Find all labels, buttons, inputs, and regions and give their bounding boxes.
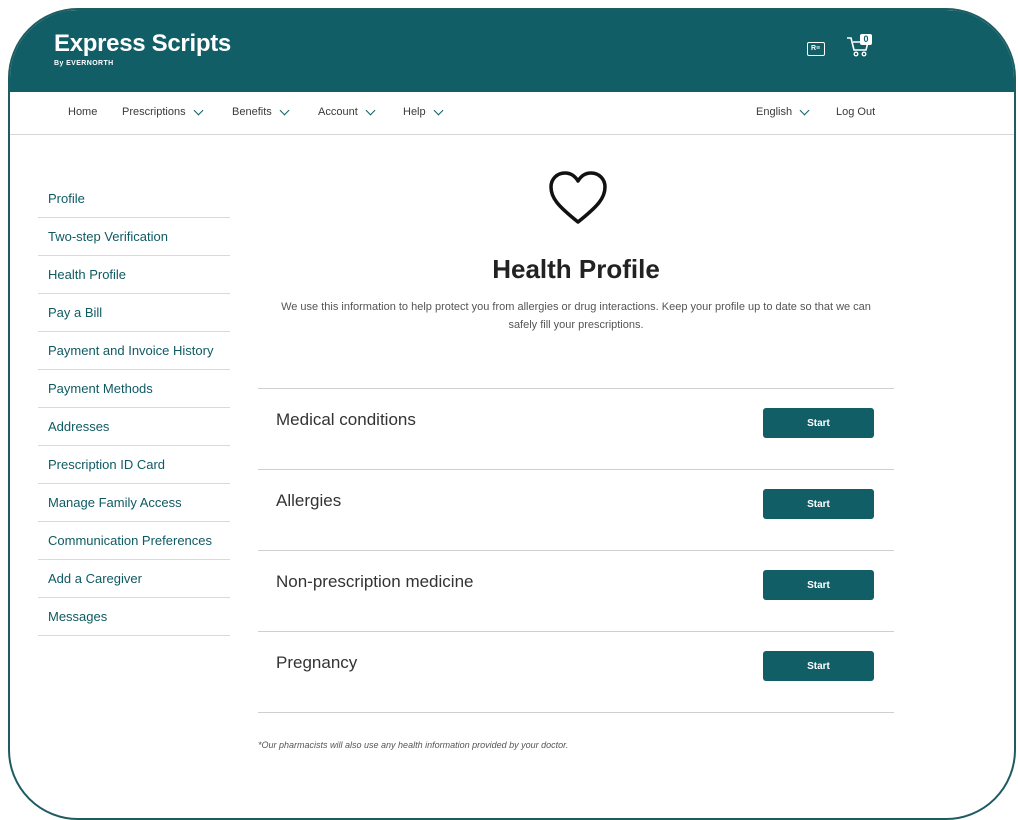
start-non-prescription-button[interactable]: Start <box>763 570 874 600</box>
section-row: Pregnancy Start <box>258 632 894 713</box>
chevron-down-icon <box>799 105 810 115</box>
chevron-down-icon <box>193 105 204 115</box>
sidebar-item-profile[interactable]: Profile <box>38 182 230 218</box>
logout-link[interactable]: Log Out <box>836 106 875 118</box>
section-label: Allergies <box>276 491 342 510</box>
sidebar-item-family-access[interactable]: Manage Family Access <box>38 484 230 522</box>
sidebar-item-two-step-verification[interactable]: Two-step Verification <box>38 218 230 256</box>
sidebar-item-pay-a-bill[interactable]: Pay a Bill <box>38 294 230 332</box>
cart-count-badge: 0 <box>860 34 872 45</box>
sidebar-item-payment-history[interactable]: Payment and Invoice History <box>38 332 230 370</box>
health-sections: Medical conditions Start Allergies Start… <box>258 388 894 713</box>
section-row: Allergies Start <box>258 470 894 551</box>
brand-subtitle: By EVERNORTH <box>54 60 114 67</box>
app-frame: Express Scripts By EVERNORTH R≡ 0 Home P… <box>8 8 1016 820</box>
nav-home[interactable]: Home <box>68 106 97 118</box>
top-nav: Home Prescriptions Benefits Account Help… <box>10 92 1014 135</box>
header: Express Scripts By EVERNORTH R≡ 0 <box>10 10 1014 92</box>
chevron-down-icon <box>279 105 290 115</box>
chevron-down-icon <box>365 105 376 115</box>
nav-label: Account <box>318 106 358 118</box>
nav-label: Benefits <box>232 106 272 118</box>
sidebar-item-add-caregiver[interactable]: Add a Caregiver <box>38 560 230 598</box>
brand-name: Express Scripts <box>54 30 231 57</box>
id-card-icon[interactable]: R≡ <box>807 42 825 56</box>
footnote: *Our pharmacists will also use any healt… <box>258 740 569 750</box>
start-pregnancy-button[interactable]: Start <box>763 651 874 681</box>
nav-prescriptions[interactable]: Prescriptions <box>122 105 204 118</box>
sidebar-item-prescription-id-card[interactable]: Prescription ID Card <box>38 446 230 484</box>
nav-label: Prescriptions <box>122 106 186 118</box>
section-label: Non-prescription medicine <box>276 572 474 591</box>
section-label: Medical conditions <box>276 410 416 429</box>
page-description: We use this information to help protect … <box>281 301 871 331</box>
logout-label: Log Out <box>836 106 876 118</box>
language-label: English <box>756 106 793 118</box>
nav-benefits[interactable]: Benefits <box>232 105 290 118</box>
nav-help[interactable]: Help <box>403 105 444 118</box>
start-medical-conditions-button[interactable]: Start <box>763 408 874 438</box>
heart-icon <box>549 171 607 224</box>
sidebar-item-health-profile[interactable]: Health Profile <box>38 256 230 294</box>
sidebar-item-messages[interactable]: Messages <box>38 598 230 636</box>
section-row: Non-prescription medicine Start <box>258 551 894 632</box>
section-label: Pregnancy <box>276 653 358 672</box>
nav-label: Help <box>403 106 426 118</box>
brand-logo[interactable]: Express Scripts By EVERNORTH <box>54 30 231 68</box>
account-sidebar: Profile Two-step Verification Health Pro… <box>38 182 230 636</box>
language-selector[interactable]: English <box>756 105 810 118</box>
chevron-down-icon <box>433 105 444 115</box>
section-row: Medical conditions Start <box>258 389 894 470</box>
sidebar-item-payment-methods[interactable]: Payment Methods <box>38 370 230 408</box>
nav-label: Home <box>68 106 98 118</box>
cart-button[interactable]: 0 <box>846 34 872 63</box>
sidebar-item-addresses[interactable]: Addresses <box>38 408 230 446</box>
sidebar-item-communication-preferences[interactable]: Communication Preferences <box>38 522 230 560</box>
page-title: Health Profile <box>492 254 660 284</box>
start-allergies-button[interactable]: Start <box>763 489 874 519</box>
nav-account[interactable]: Account <box>318 105 376 118</box>
